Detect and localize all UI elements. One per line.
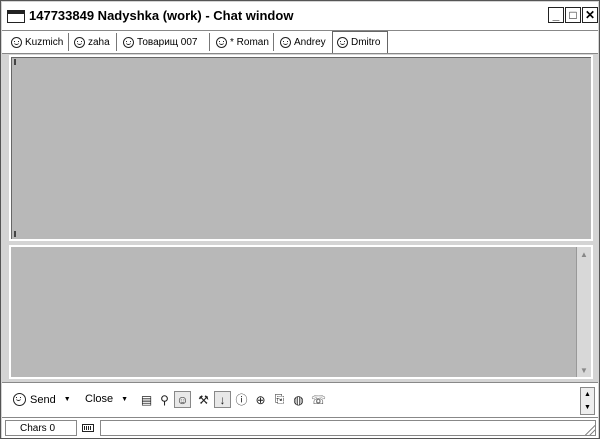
- tools-icon[interactable]: ⚒: [196, 392, 211, 407]
- close-label: Close: [85, 393, 114, 405]
- tab-label: Dmitro: [351, 37, 381, 48]
- web-icon[interactable]: ◍: [291, 392, 306, 407]
- minimize-icon: _: [552, 8, 560, 22]
- chat-window: 147733849 Nadyshka (work) - Chat window …: [0, 0, 600, 439]
- tab-label: Kuzmich: [25, 36, 64, 48]
- tab-label: * Roman: [230, 36, 269, 48]
- smiley-icon: [11, 36, 22, 48]
- minimize-button[interactable]: _: [548, 7, 564, 23]
- history-bottom-mark: [14, 231, 16, 237]
- chevron-down-icon[interactable]: ▼: [121, 396, 128, 403]
- history-top-mark: [14, 59, 16, 65]
- status-bar: Chars 0: [2, 418, 598, 438]
- status-empty: [100, 420, 596, 436]
- tab-label: Andrey: [294, 36, 326, 48]
- close-window-button[interactable]: ✕: [582, 7, 598, 23]
- chevron-down-icon[interactable]: ▼: [64, 396, 71, 403]
- smiley-icon: [337, 37, 348, 48]
- contact-tabs: Kuzmich zaha Товарищ 007 * Roman Andrey …: [2, 31, 598, 54]
- info-icon[interactable]: ⓘ: [234, 392, 249, 407]
- history-icon[interactable]: ▤: [139, 392, 154, 407]
- tab-kuzmich[interactable]: Kuzmich: [7, 33, 69, 51]
- title-bar: 147733849 Nadyshka (work) - Chat window …: [2, 2, 598, 31]
- zoom-icon[interactable]: ⊕: [253, 392, 268, 407]
- close-icon: ✕: [584, 8, 596, 22]
- spin-down-icon[interactable]: ▼: [581, 401, 594, 414]
- toolbar-spinner[interactable]: ▲ ▼: [580, 387, 595, 415]
- smiley-icon: [74, 36, 85, 48]
- scroll-up-icon[interactable]: ▲: [578, 248, 590, 260]
- tab-label: Товарищ 007: [137, 36, 198, 48]
- search-icon[interactable]: ⚲: [157, 392, 172, 407]
- tab-zaha[interactable]: zaha: [70, 33, 117, 51]
- chars-count: Chars 0: [5, 420, 77, 436]
- spin-up-icon[interactable]: ▲: [581, 388, 594, 401]
- tab-tovarisch-007[interactable]: Товарищ 007: [119, 33, 210, 51]
- smiley-icon: [280, 36, 291, 48]
- tab-label: zaha: [88, 36, 110, 48]
- resize-grip-icon[interactable]: [585, 425, 596, 436]
- maximize-button[interactable]: □: [565, 7, 581, 23]
- tab-dmitro[interactable]: Dmitro: [332, 31, 388, 53]
- message-history[interactable]: [9, 55, 593, 241]
- maximize-icon: □: [569, 8, 577, 22]
- smiley-icon: [216, 36, 227, 48]
- send-button[interactable]: Send ▼: [13, 393, 71, 406]
- smileys-icon[interactable]: ☺: [174, 391, 191, 408]
- download-icon[interactable]: ↓: [214, 391, 231, 408]
- chat-toolbar: Send ▼ Close ▼ ▤ ⚲ ☺ ⚒ ↓ ⓘ ⊕ ⎘ ◍ ☏ ▲ ▼: [2, 382, 598, 418]
- tab-andrey[interactable]: Andrey: [276, 33, 333, 51]
- keyboard-icon: [82, 424, 94, 432]
- smiley-icon: [123, 36, 134, 48]
- scroll-down-icon[interactable]: ▼: [578, 364, 590, 376]
- send-label: Send: [30, 393, 56, 406]
- tab-roman[interactable]: * Roman: [212, 33, 274, 51]
- send-file-icon[interactable]: ⎘: [272, 392, 287, 407]
- window-title: 147733849 Nadyshka (work) - Chat window: [29, 8, 294, 23]
- send-smiley-icon: [13, 393, 26, 406]
- close-chat-button[interactable]: Close ▼: [85, 393, 128, 405]
- window-icon: [7, 10, 25, 23]
- input-scrollbar[interactable]: ▲ ▼: [576, 247, 591, 377]
- message-input[interactable]: ▲ ▼: [9, 245, 593, 379]
- phone-icon[interactable]: ☏: [311, 392, 326, 407]
